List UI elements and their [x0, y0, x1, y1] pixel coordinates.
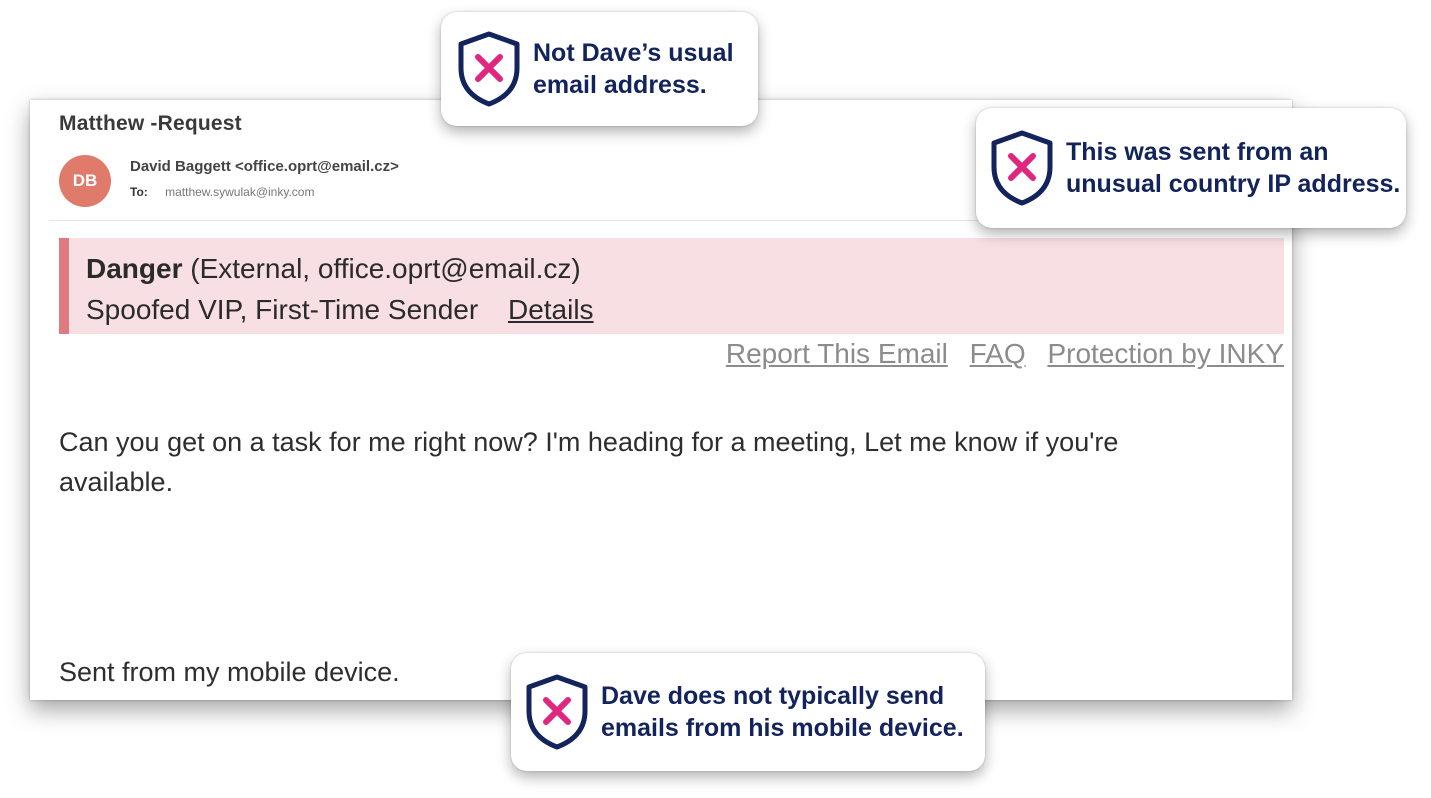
- report-email-link[interactable]: Report This Email: [726, 338, 948, 369]
- shield-x-icon: [991, 130, 1053, 206]
- callout-email-address: Not Dave’s usual email address.: [441, 12, 758, 126]
- banner-line-1: Danger (External, office.oprt@email.cz): [86, 248, 1284, 289]
- faq-link[interactable]: FAQ: [970, 338, 1026, 369]
- banner-level: Danger: [86, 253, 183, 284]
- shield-x-icon: [526, 674, 588, 750]
- sender[interactable]: David Baggett <office.oprt@email.cz>: [130, 158, 399, 175]
- danger-banner: Danger (External, office.oprt@email.cz) …: [59, 238, 1284, 334]
- banner-links: Report This Email FAQ Protection by INKY: [712, 338, 1284, 370]
- callout-mobile-device: Dave does not typically send emails from…: [511, 653, 985, 771]
- recipient-address[interactable]: matthew.sywulak@inky.com: [165, 185, 314, 199]
- to-label: To:: [130, 185, 148, 199]
- banner-reasons: Spoofed VIP, First-Time Sender: [86, 294, 479, 325]
- recipient-row: To: matthew.sywulak@inky.com: [130, 185, 314, 199]
- email-body: Can you get on a task for me right now? …: [59, 427, 1119, 497]
- callout-text: Dave does not typically send emails from…: [601, 682, 964, 742]
- banner-line-2: Spoofed VIP, First-Time Sender Details: [86, 289, 1284, 330]
- details-link[interactable]: Details: [508, 294, 594, 325]
- callout-ip-address: This was sent from an unusual country IP…: [976, 108, 1406, 228]
- email-signature: Sent from my mobile device.: [59, 657, 400, 687]
- email-subject: Matthew -Request: [59, 112, 242, 135]
- callout-text: This was sent from an unusual country IP…: [1066, 138, 1401, 198]
- avatar: DB: [59, 155, 111, 207]
- shield-x-icon: [458, 31, 520, 107]
- banner-context: (External, office.oprt@email.cz): [190, 253, 581, 284]
- protection-link[interactable]: Protection by INKY: [1047, 338, 1284, 369]
- callout-text: Not Dave’s usual email address.: [533, 39, 734, 99]
